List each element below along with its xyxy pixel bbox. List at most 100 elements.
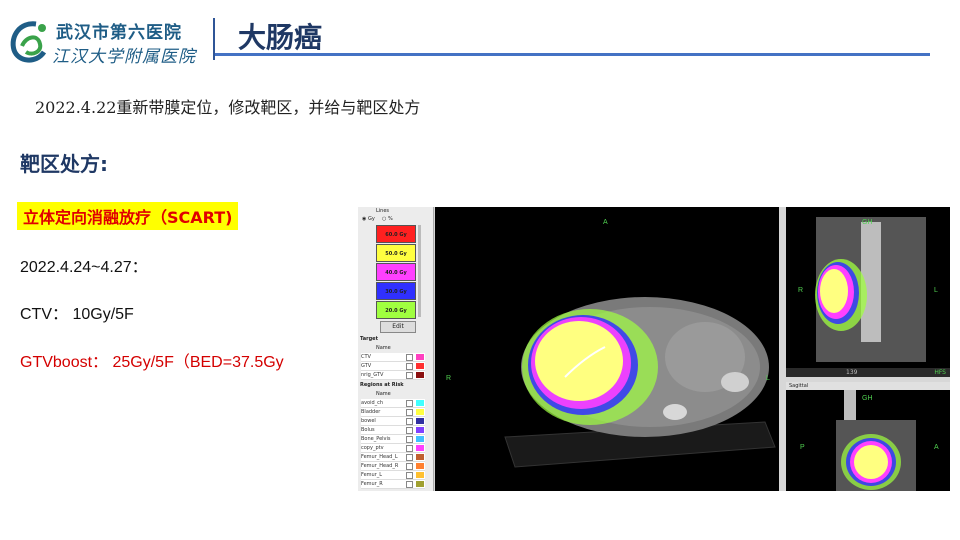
axial-right-label: R (446, 375, 452, 382)
oar-visibility-checkbox[interactable] (406, 481, 413, 488)
unit-gy-label: Gy (367, 216, 375, 222)
oar-visibility-checkbox[interactable] (406, 463, 413, 470)
oar-row[interactable]: Femur_L (361, 471, 425, 480)
edit-button[interactable]: Edit (380, 321, 416, 333)
oar-visibility-checkbox[interactable] (406, 409, 413, 416)
target-row[interactable]: GTV (361, 362, 425, 371)
lines-label: Lines (376, 208, 390, 214)
unit-percent-label: % (387, 216, 393, 222)
target-name: GTV (361, 363, 372, 369)
coronal-ct-image (786, 207, 950, 377)
target-name-header: Name (376, 345, 391, 351)
target-color-swatch[interactable] (416, 363, 424, 369)
dose-level-2[interactable]: 40.0 Gy (376, 263, 416, 281)
sagittal-ct-image (786, 390, 950, 491)
oar-visibility-checkbox[interactable] (406, 454, 413, 461)
coronal-position: HFS (934, 369, 946, 376)
oar-name-header: Name (376, 391, 391, 397)
hospital-name: 武汉市第六医院 (56, 23, 182, 43)
oar-visibility-checkbox[interactable] (406, 445, 413, 452)
target-row[interactable]: CTV (361, 353, 425, 362)
target-color-swatch[interactable] (416, 354, 424, 360)
oar-color-swatch[interactable] (416, 445, 424, 451)
oar-color-swatch[interactable] (416, 427, 424, 433)
oar-visibility-checkbox[interactable] (406, 418, 413, 425)
title-underline (215, 53, 930, 56)
coronal-top-label: GH (862, 219, 873, 226)
oar-color-swatch[interactable] (416, 409, 424, 415)
oar-name: Bolus (361, 427, 375, 433)
oar-color-swatch[interactable] (416, 418, 424, 424)
axial-view[interactable]: A R L (435, 207, 779, 491)
oar-row[interactable]: Bladder (361, 408, 425, 417)
coronal-slice-number[interactable]: 139 (846, 368, 857, 377)
oar-color-swatch[interactable] (416, 454, 424, 460)
hospital-logo: 武汉市第六医院 江汉大学附属医院 (6, 14, 206, 70)
isodose-panel: Lines ◉ Gy ○ % 60.0 Gy 50.0 Gy 40.0 Gy 30.0… (358, 207, 434, 491)
target-visibility-checkbox[interactable] (406, 363, 413, 370)
gtv-boost-prescription: GTVboost： 25Gy/5F（BED=37.5Gy (20, 354, 284, 371)
sagittal-anterior-label: A (934, 444, 939, 451)
target-row[interactable]: nrig_GTV (361, 371, 425, 380)
dose-level-4[interactable]: 20.0 Gy (376, 301, 416, 319)
dose-level-0[interactable]: 60.0 Gy (376, 225, 416, 243)
coronal-left-label: L (934, 287, 938, 294)
oar-visibility-checkbox[interactable] (406, 472, 413, 479)
target-visibility-checkbox[interactable] (406, 372, 413, 379)
oar-row[interactable]: Femur_Head_L (361, 453, 425, 462)
treatment-planning-screenshot: Lines ◉ Gy ○ % 60.0 Gy 50.0 Gy 40.0 Gy 30.0… (358, 207, 950, 491)
oar-color-swatch[interactable] (416, 436, 424, 442)
dose-level-1[interactable]: 50.0 Gy (376, 244, 416, 262)
section-heading: 靶区处方: (20, 152, 108, 176)
oar-name: Bladder (361, 409, 381, 415)
oar-row[interactable]: Femur_R (361, 480, 425, 489)
target-name: CTV (361, 354, 371, 360)
axial-left-label: L (766, 375, 770, 382)
oar-row[interactable]: Femur_Head_R (361, 462, 425, 471)
relocation-note: 2022.4.22重新带膜定位，修改靶区，并给与靶区处方 (35, 98, 421, 117)
coronal-status-bar: 139 HFS (786, 368, 950, 377)
dose-level-3[interactable]: 30.0 Gy (376, 282, 416, 300)
coronal-right-label: R (798, 287, 804, 294)
oar-label: Regions at Risk (360, 382, 404, 388)
oar-row[interactable]: avoid_ch (361, 399, 425, 408)
ctv-prescription: CTV： 10Gy/5F (20, 306, 134, 323)
oar-row[interactable]: copy_ptv (361, 444, 425, 453)
target-name: nrig_GTV (361, 372, 384, 378)
oar-visibility-checkbox[interactable] (406, 400, 413, 407)
oar-name: copy_ptv (361, 445, 384, 451)
page-title: 大肠癌 (238, 21, 323, 54)
oar-row[interactable]: Bolus (361, 426, 425, 435)
oar-row[interactable]: Bone_Pelvis (361, 435, 425, 444)
axial-anterior-label: A (603, 219, 608, 226)
oar-row[interactable]: bowel (361, 417, 425, 426)
coronal-view[interactable]: GH R L 139 HFS (786, 207, 950, 377)
oar-color-swatch[interactable] (416, 463, 424, 469)
sagittal-view[interactable]: Sagittal GH P A (786, 382, 950, 491)
oar-name: avoid_ch (361, 400, 384, 406)
hospital-emblem-icon (10, 21, 47, 63)
target-label: Target (360, 336, 378, 342)
oar-visibility-checkbox[interactable] (406, 427, 413, 434)
unit-gy-option[interactable]: ◉ Gy (362, 216, 375, 222)
oar-name: Femur_Head_R (361, 463, 399, 469)
sagittal-title: Sagittal (786, 382, 950, 390)
oar-name: Femur_R (361, 481, 383, 487)
oar-name: bowel (361, 418, 376, 424)
target-color-swatch[interactable] (416, 372, 424, 378)
hospital-affiliation: 江汉大学附属医院 (52, 47, 196, 67)
target-visibility-checkbox[interactable] (406, 354, 413, 361)
treatment-dates: 2022.4.24~4.27： (20, 259, 148, 276)
oar-name: Femur_L (361, 472, 383, 478)
oar-visibility-checkbox[interactable] (406, 436, 413, 443)
technique-label: 立体定向消融放疗（SCART) (17, 202, 239, 230)
oar-color-swatch[interactable] (416, 481, 424, 487)
oar-name: Bone_Pelvis (361, 436, 391, 442)
oar-color-swatch[interactable] (416, 400, 424, 406)
oar-color-swatch[interactable] (416, 472, 424, 478)
unit-percent-option[interactable]: ○ % (382, 216, 393, 222)
sagittal-posterior-label: P (800, 444, 805, 451)
dose-slider-track[interactable] (418, 225, 421, 317)
sagittal-top-label: GH (862, 395, 873, 402)
axial-ct-image (435, 207, 779, 491)
